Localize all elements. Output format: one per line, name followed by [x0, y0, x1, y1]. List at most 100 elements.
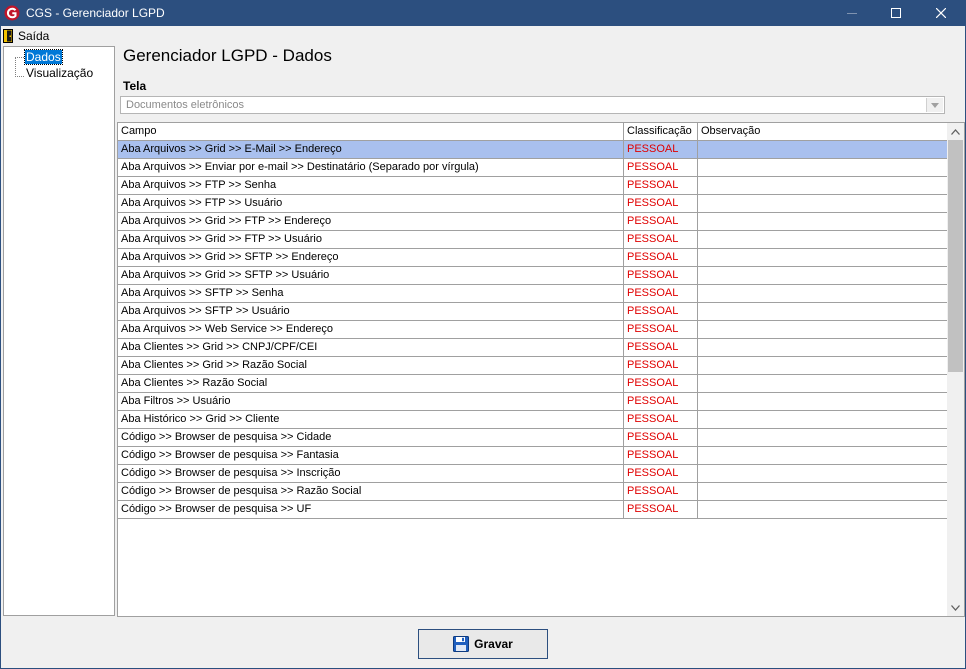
cell-campo[interactable]: Aba Arquivos >> FTP >> Usuário [118, 195, 624, 212]
cell-campo[interactable]: Aba Arquivos >> Enviar por e-mail >> Des… [118, 159, 624, 176]
title-bar[interactable]: CGS - Gerenciador LGPD [0, 0, 966, 26]
cell-observacao[interactable] [698, 393, 948, 410]
cell-observacao[interactable] [698, 465, 948, 482]
table-row[interactable]: Aba Arquivos >> Grid >> FTP >> Usuário PE… [118, 231, 948, 249]
table-row[interactable]: Aba Clientes >> Razão Social PESSOAL [118, 375, 948, 393]
table-row[interactable]: Código >> Browser de pesquisa >> Fantasi… [118, 447, 948, 465]
cell-classificacao[interactable]: PESSOAL [624, 141, 698, 158]
cell-classificacao[interactable]: PESSOAL [624, 159, 698, 176]
cell-campo[interactable]: Aba Arquivos >> Grid >> FTP >> Usuário [118, 231, 624, 248]
table-row[interactable]: Aba Arquivos >> Enviar por e-mail >> Des… [118, 159, 948, 177]
table-row[interactable]: Código >> Browser de pesquisa >> UF PESSO… [118, 501, 948, 519]
tela-select[interactable]: Documentos eletrônicos [120, 96, 945, 114]
cell-campo[interactable]: Código >> Browser de pesquisa >> Cidade [118, 429, 624, 446]
cell-classificacao[interactable]: PESSOAL [624, 501, 698, 518]
table-row[interactable]: Código >> Browser de pesquisa >> Inscriç… [118, 465, 948, 483]
save-button[interactable]: Gravar [418, 629, 548, 659]
menu-item-exit[interactable]: Saída [3, 27, 49, 44]
cell-classificacao[interactable]: PESSOAL [624, 195, 698, 212]
cell-classificacao[interactable]: PESSOAL [624, 267, 698, 284]
cell-classificacao[interactable]: PESSOAL [624, 465, 698, 482]
table-row[interactable]: Aba Arquivos >> Grid >> SFTP >> Endereço… [118, 249, 948, 267]
cell-campo[interactable]: Aba Arquivos >> SFTP >> Senha [118, 285, 624, 302]
cell-classificacao[interactable]: PESSOAL [624, 249, 698, 266]
cell-observacao[interactable] [698, 411, 948, 428]
vertical-scrollbar[interactable] [947, 123, 964, 616]
cell-observacao[interactable] [698, 375, 948, 392]
cell-observacao[interactable] [698, 501, 948, 518]
tela-select-dropdown-button[interactable] [926, 98, 943, 112]
cell-observacao[interactable] [698, 357, 948, 374]
table-row[interactable]: Aba Filtros >> Usuário PESSOAL [118, 393, 948, 411]
cell-classificacao[interactable]: PESSOAL [624, 393, 698, 410]
cell-campo[interactable]: Aba Arquivos >> FTP >> Senha [118, 177, 624, 194]
cell-campo[interactable]: Aba Arquivos >> Grid >> FTP >> Endereço [118, 213, 624, 230]
column-header-classificacao[interactable]: Classificação [624, 123, 698, 140]
cell-campo[interactable]: Aba Arquivos >> Grid >> E-Mail >> Endere… [118, 141, 624, 158]
cell-campo[interactable]: Aba Arquivos >> Web Service >> Endereço [118, 321, 624, 338]
cell-classificacao[interactable]: PESSOAL [624, 231, 698, 248]
cell-classificacao[interactable]: PESSOAL [624, 429, 698, 446]
cell-observacao[interactable] [698, 177, 948, 194]
cell-observacao[interactable] [698, 195, 948, 212]
cell-campo[interactable]: Código >> Browser de pesquisa >> Fantasi… [118, 447, 624, 464]
table-row[interactable]: Aba Arquivos >> Grid >> E-Mail >> Endere… [118, 141, 948, 159]
cell-classificacao[interactable]: PESSOAL [624, 321, 698, 338]
cell-classificacao[interactable]: PESSOAL [624, 285, 698, 302]
cell-classificacao[interactable]: PESSOAL [624, 357, 698, 374]
table-row[interactable]: Código >> Browser de pesquisa >> Razão S… [118, 483, 948, 501]
table-row[interactable]: Aba Arquivos >> FTP >> Usuário PESSOAL [118, 195, 948, 213]
cell-observacao[interactable] [698, 321, 948, 338]
cell-campo[interactable]: Aba Clientes >> Razão Social [118, 375, 624, 392]
cell-observacao[interactable] [698, 483, 948, 500]
cell-campo[interactable]: Aba Filtros >> Usuário [118, 393, 624, 410]
cell-observacao[interactable] [698, 429, 948, 446]
scroll-down-button[interactable] [947, 599, 964, 616]
cell-campo[interactable]: Aba Arquivos >> SFTP >> Usuário [118, 303, 624, 320]
table-row[interactable]: Aba Arquivos >> SFTP >> Senha PESSOAL [118, 285, 948, 303]
table-row[interactable]: Aba Histórico >> Grid >> Cliente PESSOAL [118, 411, 948, 429]
cell-campo[interactable]: Aba Arquivos >> Grid >> SFTP >> Endereço [118, 249, 624, 266]
table-row[interactable]: Aba Clientes >> Grid >> CNPJ/CPF/CEI PESS… [118, 339, 948, 357]
cell-classificacao[interactable]: PESSOAL [624, 339, 698, 356]
minimize-button[interactable] [830, 0, 874, 26]
cell-observacao[interactable] [698, 159, 948, 176]
cell-observacao[interactable] [698, 285, 948, 302]
maximize-button[interactable] [874, 0, 918, 26]
scroll-thumb[interactable] [948, 140, 963, 372]
cell-classificacao[interactable]: PESSOAL [624, 483, 698, 500]
column-header-campo[interactable]: Campo [118, 123, 624, 140]
cell-campo[interactable]: Aba Clientes >> Grid >> Razão Social [118, 357, 624, 374]
column-header-observacao[interactable]: Observação [698, 123, 948, 140]
cell-campo[interactable]: Aba Clientes >> Grid >> CNPJ/CPF/CEI [118, 339, 624, 356]
cell-campo[interactable]: Aba Histórico >> Grid >> Cliente [118, 411, 624, 428]
cell-classificacao[interactable]: PESSOAL [624, 303, 698, 320]
close-button[interactable] [919, 0, 963, 26]
cell-observacao[interactable] [698, 303, 948, 320]
cell-observacao[interactable] [698, 447, 948, 464]
cell-classificacao[interactable]: PESSOAL [624, 177, 698, 194]
scroll-up-button[interactable] [947, 123, 964, 140]
cell-campo[interactable]: Código >> Browser de pesquisa >> Inscriç… [118, 465, 624, 482]
tree-item-visualizacao[interactable]: Visualização [25, 66, 94, 80]
cell-campo[interactable]: Aba Arquivos >> Grid >> SFTP >> Usuário [118, 267, 624, 284]
table-row[interactable]: Aba Arquivos >> Web Service >> Endereço P… [118, 321, 948, 339]
cell-classificacao[interactable]: PESSOAL [624, 213, 698, 230]
cell-campo[interactable]: Código >> Browser de pesquisa >> Razão S… [118, 483, 624, 500]
cell-classificacao[interactable]: PESSOAL [624, 375, 698, 392]
cell-observacao[interactable] [698, 267, 948, 284]
cell-observacao[interactable] [698, 213, 948, 230]
cell-observacao[interactable] [698, 231, 948, 248]
table-row[interactable]: Aba Arquivos >> Grid >> FTP >> Endereço P… [118, 213, 948, 231]
table-row[interactable]: Aba Arquivos >> FTP >> Senha PESSOAL [118, 177, 948, 195]
table-row[interactable]: Aba Arquivos >> Grid >> SFTP >> Usuário P… [118, 267, 948, 285]
table-row[interactable]: Aba Arquivos >> SFTP >> Usuário PESSOAL [118, 303, 948, 321]
table-row[interactable]: Código >> Browser de pesquisa >> Cidade P… [118, 429, 948, 447]
cell-classificacao[interactable]: PESSOAL [624, 411, 698, 428]
tree-item-dados[interactable]: Dados [24, 49, 63, 65]
cell-observacao[interactable] [698, 141, 948, 158]
cell-observacao[interactable] [698, 249, 948, 266]
cell-campo[interactable]: Código >> Browser de pesquisa >> UF [118, 501, 624, 518]
cell-observacao[interactable] [698, 339, 948, 356]
cell-classificacao[interactable]: PESSOAL [624, 447, 698, 464]
